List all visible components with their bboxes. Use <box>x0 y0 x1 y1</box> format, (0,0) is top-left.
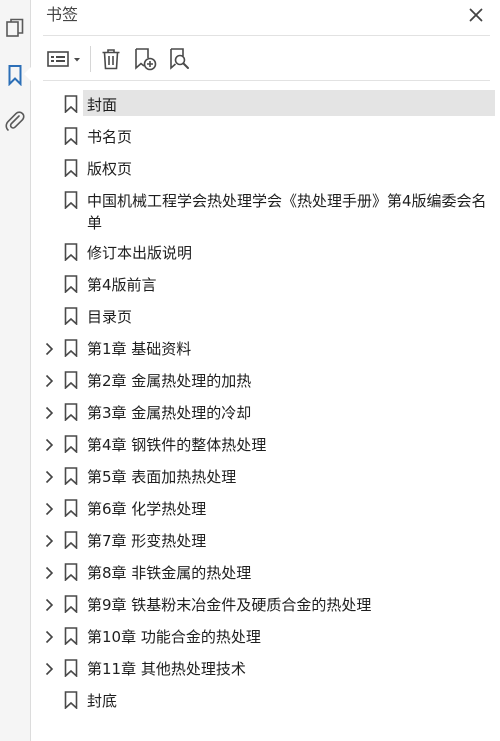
panel-title: 书签 <box>46 5 79 24</box>
bookmark-item[interactable]: 目录页 <box>31 302 500 332</box>
delete-button[interactable] <box>97 42 125 76</box>
bookmark-item[interactable]: 第8章 非铁金属的热处理 <box>31 558 500 588</box>
delete-icon <box>102 49 120 70</box>
bookmark-item[interactable]: 书名页 <box>31 122 500 152</box>
bookmark-icon <box>64 595 78 613</box>
options-menu-icon <box>47 51 80 67</box>
bookmark-item[interactable]: 第4章 钢铁件的整体热处理 <box>31 430 500 460</box>
bookmark-item[interactable]: 第9章 铁基粉末冶金件及硬质合金的热处理 <box>31 590 500 620</box>
chevron-right-icon[interactable] <box>41 501 57 517</box>
bookmark-label: 第11章 其他热处理技术 <box>87 660 246 678</box>
bookmark-icon <box>64 691 78 709</box>
bookmark-icon <box>8 65 22 86</box>
chevron-right-icon[interactable] <box>41 469 57 485</box>
bookmark-toolbar <box>43 42 488 76</box>
bookmark-label: 第7章 形变热处理 <box>87 532 207 550</box>
bookmark-icon <box>64 531 78 549</box>
bookmarks-panel: 书签 封面 书名页 版权页 中国机械工程学会热处理学会《热处理手册》第4版编委会… <box>31 0 500 741</box>
bookmark-item[interactable]: 第5章 表面加热热处理 <box>31 462 500 492</box>
panel-header: 书签 <box>31 0 500 34</box>
bookmark-item[interactable]: 第11章 其他热处理技术 <box>31 654 500 684</box>
bookmark-icon <box>64 159 78 177</box>
bookmark-label: 第1章 基础资料 <box>87 340 192 358</box>
bookmark-icon <box>64 563 78 581</box>
bookmark-label: 中国机械工程学会热处理学会《热处理手册》第4版编委会名单 <box>87 192 487 232</box>
bookmark-label: 封面 <box>83 90 495 116</box>
bookmark-search-button[interactable] <box>165 42 195 76</box>
bookmark-label: 第5章 表面加热热处理 <box>87 468 237 486</box>
bookmark-label: 目录页 <box>87 308 133 326</box>
bookmark-item[interactable]: 第7章 形变热处理 <box>31 526 500 556</box>
chevron-right-icon[interactable] <box>41 405 57 421</box>
bookmark-icon <box>64 95 78 113</box>
chevron-right-icon[interactable] <box>41 533 57 549</box>
bookmark-search-icon <box>170 48 189 70</box>
bookmark-icon <box>64 307 78 325</box>
bookmark-label: 第4版前言 <box>87 276 157 294</box>
toolbar-divider <box>43 80 490 81</box>
close-icon <box>469 8 483 22</box>
bookmark-icon <box>64 435 78 453</box>
bookmark-label: 第9章 铁基粉末冶金件及硬质合金的热处理 <box>87 596 372 614</box>
bookmark-label: 第2章 金属热处理的加热 <box>87 372 252 390</box>
bookmark-label: 修订本出版说明 <box>87 244 193 262</box>
bookmark-label: 第6章 化学热处理 <box>87 500 207 518</box>
bookmark-label: 第3章 金属热处理的冷却 <box>87 404 252 422</box>
page-thumbnails-icon <box>6 18 24 37</box>
bookmark-item[interactable]: 第6章 化学热处理 <box>31 494 500 524</box>
chevron-right-icon[interactable] <box>41 661 57 677</box>
bookmark-label: 版权页 <box>87 160 133 178</box>
bookmark-icon <box>64 627 78 645</box>
options-menu-button[interactable] <box>45 42 85 76</box>
chevron-right-icon[interactable] <box>41 373 57 389</box>
bookmark-item[interactable]: 修订本出版说明 <box>31 238 500 268</box>
new-bookmark-button[interactable] <box>130 42 160 76</box>
bookmark-icon <box>64 339 78 357</box>
chevron-right-icon[interactable] <box>41 629 57 645</box>
chevron-right-icon[interactable] <box>41 597 57 613</box>
bookmark-item[interactable]: 封面 <box>31 90 500 120</box>
bookmark-item[interactable]: 第1章 基础资料 <box>31 334 500 364</box>
bookmark-icon <box>64 499 78 517</box>
bookmark-icon <box>64 243 78 261</box>
chevron-right-icon[interactable] <box>41 341 57 357</box>
bookmark-icon <box>64 275 78 293</box>
page-thumbnails-button[interactable] <box>0 12 30 46</box>
bookmark-item[interactable]: 版权页 <box>31 154 500 184</box>
bookmark-label: 第4章 钢铁件的整体热处理 <box>87 436 267 454</box>
header-divider <box>43 35 490 36</box>
new-bookmark-icon <box>135 48 157 71</box>
bookmark-icon <box>64 127 78 145</box>
bookmark-label: 第8章 非铁金属的热处理 <box>87 564 252 582</box>
bookmark-item[interactable]: 第3章 金属热处理的冷却 <box>31 398 500 428</box>
bookmark-label: 书名页 <box>87 128 133 146</box>
bookmark-item[interactable]: 第10章 功能合金的热处理 <box>31 622 500 652</box>
bookmark-icon <box>64 371 78 389</box>
bookmark-icon <box>64 467 78 485</box>
bookmark-item[interactable]: 中国机械工程学会热处理学会《热处理手册》第4版编委会名单 <box>31 186 500 238</box>
bookmark-label: 封底 <box>87 692 118 710</box>
chevron-right-icon[interactable] <box>41 437 57 453</box>
attachments-button[interactable] <box>0 104 30 138</box>
bookmark-item[interactable]: 第2章 金属热处理的加热 <box>31 366 500 396</box>
bookmark-icon <box>64 403 78 421</box>
bookmark-icon <box>64 191 78 209</box>
navigation-rail <box>0 0 32 741</box>
bookmark-icon <box>64 659 78 677</box>
bookmark-item[interactable]: 第4版前言 <box>31 270 500 300</box>
bookmark-item[interactable]: 封底 <box>31 686 500 716</box>
close-button[interactable] <box>466 5 486 25</box>
attachment-icon <box>5 111 25 131</box>
bookmark-label: 第10章 功能合金的热处理 <box>87 628 261 646</box>
toolbar-separator <box>90 46 91 72</box>
chevron-right-icon[interactable] <box>41 565 57 581</box>
